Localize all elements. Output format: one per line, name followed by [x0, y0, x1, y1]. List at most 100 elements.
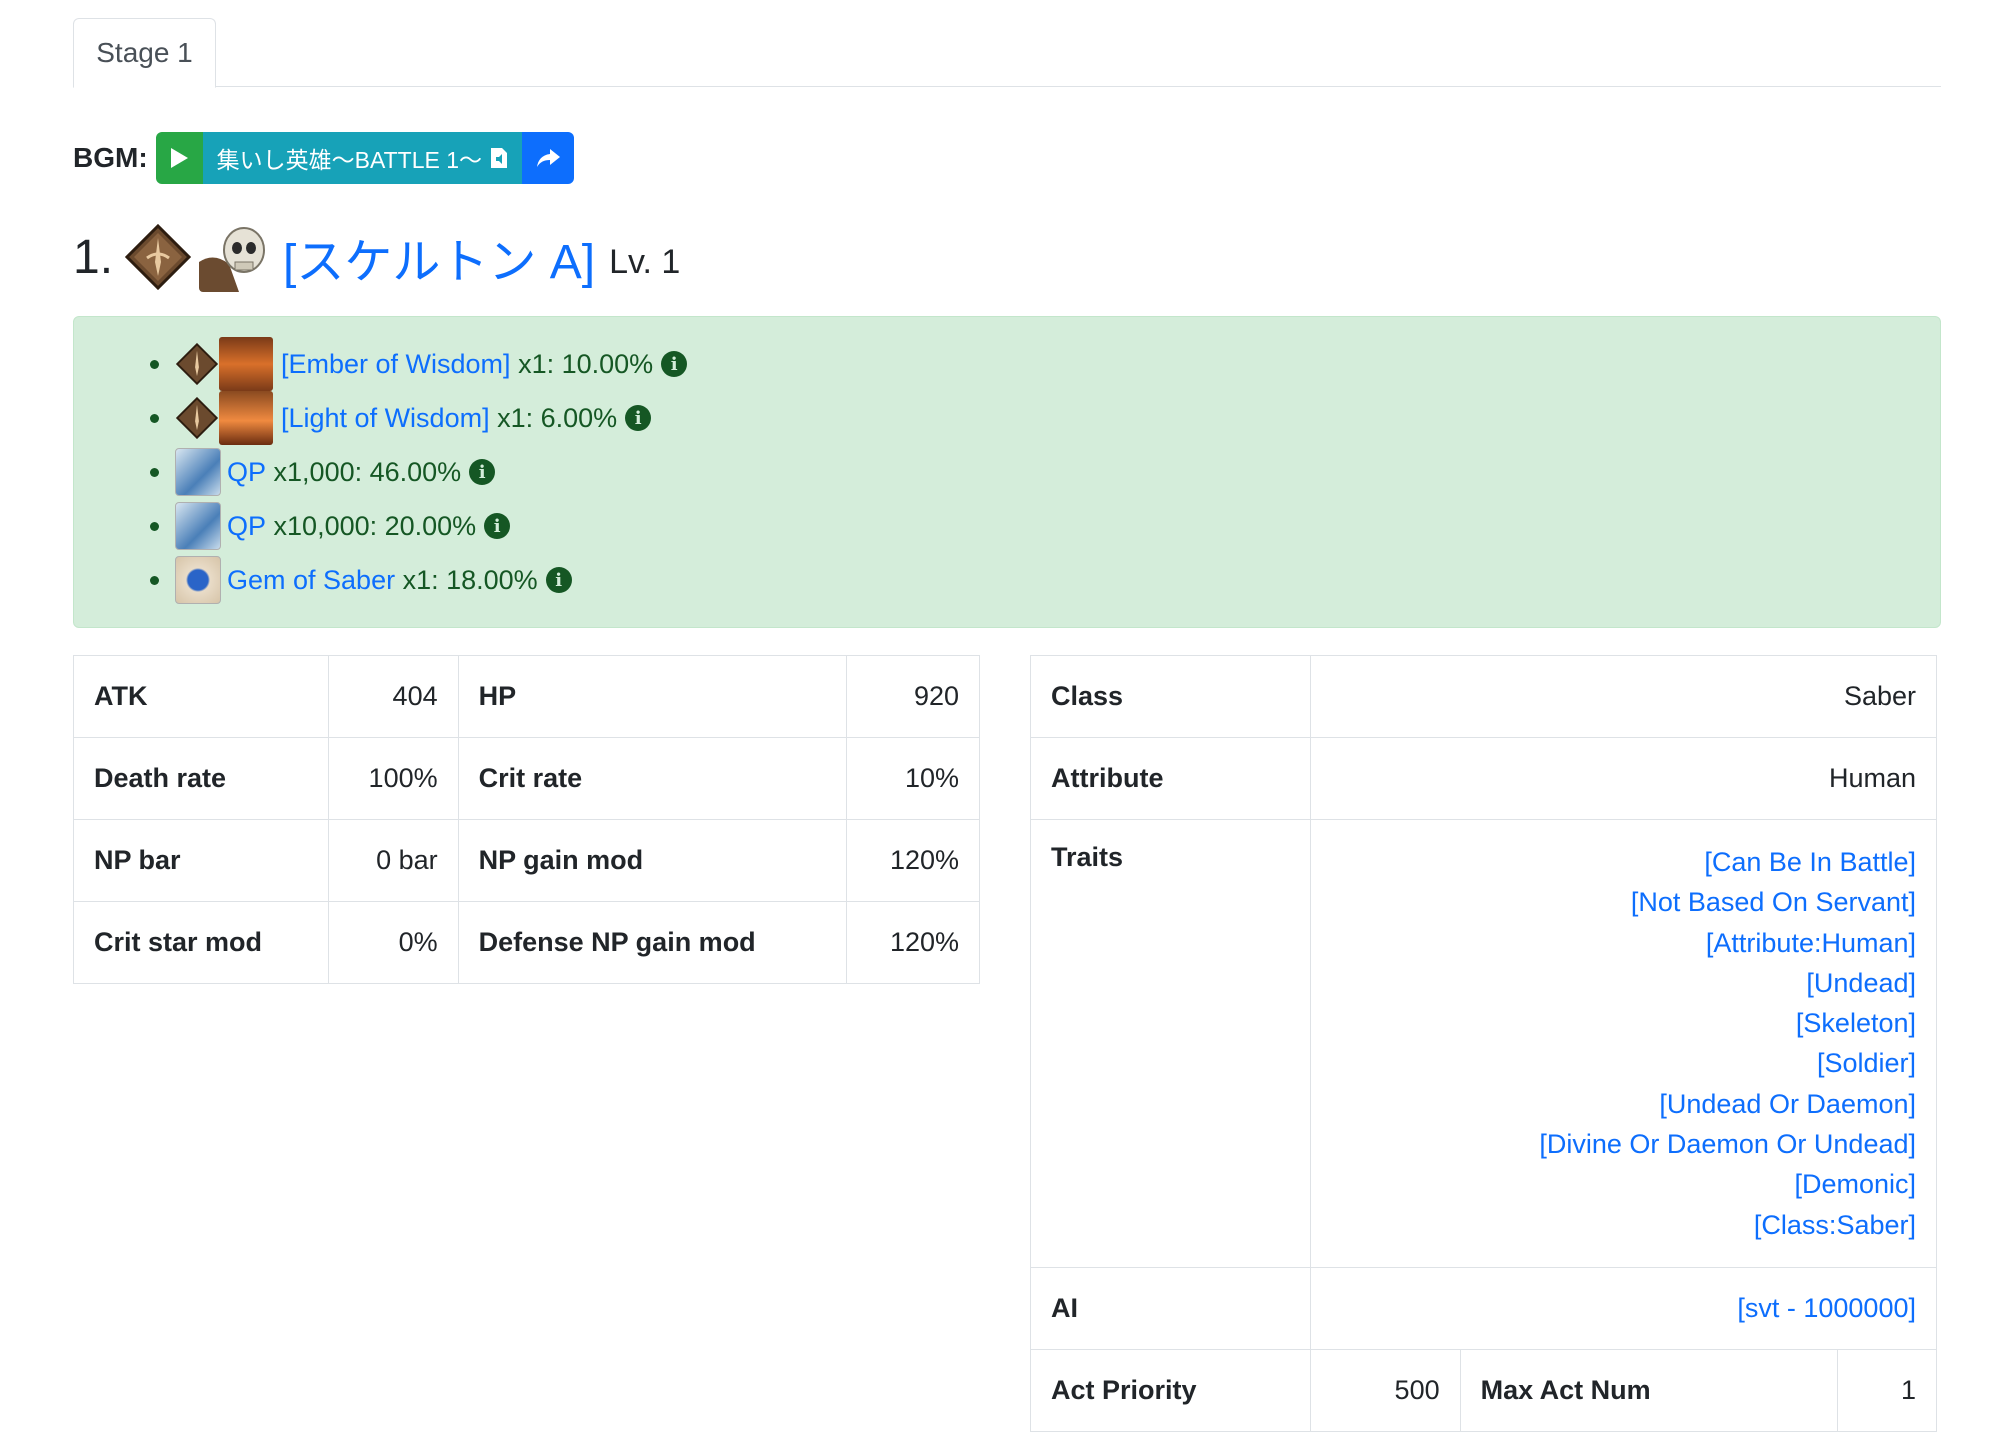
- share-icon: [537, 149, 561, 167]
- stat-value: 100%: [327, 737, 459, 820]
- bullet: [150, 521, 159, 531]
- drop-item-link[interactable]: [Ember of Wisdom]: [281, 349, 511, 380]
- drop-item-link[interactable]: QP: [227, 457, 266, 488]
- enemy-level: Lv. 1: [609, 242, 681, 281]
- table-row: Attribute Human: [1030, 737, 1938, 820]
- table-row: Traits [Can Be In Battle] [Not Based On …: [1030, 819, 1938, 1268]
- drop-item-link[interactable]: Gem of Saber: [227, 565, 395, 596]
- info-icon[interactable]: i: [545, 567, 572, 593]
- stat-value: 0%: [327, 901, 459, 984]
- audio-file-icon: [491, 148, 508, 168]
- act-priority-label: Act Priority: [1030, 1348, 1311, 1432]
- class-label: Class: [1030, 655, 1311, 738]
- drop-item: QP x1,000: 46.00% i: [150, 445, 687, 499]
- stat-value: 404: [327, 655, 459, 738]
- table-row: Death rate 100% Crit rate 10%: [73, 737, 980, 820]
- light-of-wisdom-icon: [219, 391, 273, 445]
- saber-class-icon: [175, 396, 219, 440]
- skeleton-face-icon: [199, 222, 270, 292]
- drop-detail: x1: 6.00%: [497, 402, 618, 433]
- drop-item-link[interactable]: QP: [227, 511, 266, 542]
- drop-item-link[interactable]: [Light of Wisdom]: [281, 403, 490, 434]
- attribute-value: Human: [1309, 737, 1938, 820]
- class-value: Saber: [1309, 655, 1938, 738]
- trait-link[interactable]: [Class:Saber]: [1754, 1205, 1916, 1245]
- saber-class-icon: [175, 342, 219, 386]
- trait-link[interactable]: [Not Based On Servant]: [1631, 882, 1916, 922]
- stat-label: NP gain mod: [457, 819, 848, 902]
- table-row: NP bar 0 bar NP gain mod 120%: [73, 819, 980, 902]
- ember-of-wisdom-icon: [219, 337, 273, 391]
- bgm-title-button[interactable]: 集いし英雄〜BATTLE 1〜: [202, 132, 523, 184]
- info-icon[interactable]: i: [661, 351, 688, 377]
- act-priority-value: 500: [1309, 1348, 1461, 1432]
- trait-link[interactable]: [Undead]: [1806, 963, 1916, 1003]
- ai-label: AI: [1030, 1266, 1311, 1350]
- drop-item: QP x10,000: 20.00% i: [150, 499, 687, 553]
- bgm-label: BGM:: [73, 142, 148, 173]
- attribute-label: Attribute: [1030, 737, 1311, 820]
- trait-link[interactable]: [Attribute:Human]: [1706, 923, 1916, 963]
- info-icon[interactable]: i: [469, 459, 496, 485]
- stats-table: ATK 404 HP 920 Death rate 100% Crit rate…: [73, 655, 980, 984]
- ai-cell: [svt - 1000000]: [1309, 1266, 1938, 1350]
- stat-label: NP bar: [73, 819, 329, 902]
- bullet: [150, 467, 159, 477]
- drop-item: [Ember of Wisdom] x1: 10.00% i: [150, 337, 688, 391]
- stat-value: 120%: [846, 901, 980, 984]
- enemy-name-link[interactable]: [スケルトン A]: [283, 222, 595, 292]
- traits-label: Traits: [1030, 819, 1311, 1268]
- stage-tabs: Stage 1: [73, 18, 1941, 88]
- drop-detail: x1,000: 46.00%: [273, 456, 462, 487]
- qp-icon: [175, 502, 221, 550]
- bullet: [150, 413, 159, 423]
- table-row: AI [svt - 1000000]: [1030, 1266, 1938, 1350]
- trait-link[interactable]: [Divine Or Daemon Or Undead]: [1539, 1124, 1916, 1164]
- drops-panel: [Ember of Wisdom] x1: 10.00% i [Light of…: [73, 316, 1941, 628]
- stat-label: Defense NP gain mod: [457, 901, 848, 984]
- enemy-header: 1. [スケルトン A] Lv. 1: [73, 218, 680, 296]
- stat-value: 0 bar: [327, 819, 459, 902]
- drop-detail: x1: 10.00%: [518, 348, 654, 379]
- stat-label: ATK: [73, 655, 329, 738]
- stat-value: 120%: [846, 819, 980, 902]
- stat-label: Crit star mod: [73, 901, 329, 984]
- bullet: [150, 575, 159, 585]
- bgm-row: BGM: 集いし英雄〜BATTLE 1〜: [73, 132, 575, 184]
- play-icon: [171, 148, 189, 168]
- info-icon[interactable]: i: [484, 513, 511, 539]
- table-row: Class Saber: [1030, 655, 1938, 738]
- trait-link[interactable]: [Skeleton]: [1796, 1003, 1916, 1043]
- drop-list: [Ember of Wisdom] x1: 10.00% i [Light of…: [150, 337, 688, 607]
- drop-detail: x10,000: 20.00%: [273, 510, 477, 541]
- info-table: Class Saber Attribute Human Traits [Can …: [1030, 655, 1938, 1432]
- enemy-number: 1.: [73, 230, 114, 284]
- traits-cell: [Can Be In Battle] [Not Based On Servant…: [1309, 819, 1938, 1268]
- bgm-title: 集いし英雄〜BATTLE 1〜: [216, 147, 483, 173]
- table-row: Crit star mod 0% Defense NP gain mod 120…: [73, 901, 980, 984]
- trait-link[interactable]: [Soldier]: [1817, 1043, 1916, 1083]
- gem-of-saber-icon: [175, 556, 221, 604]
- bgm-controls: 集いし英雄〜BATTLE 1〜: [155, 132, 575, 184]
- qp-icon: [175, 448, 221, 496]
- play-button[interactable]: [155, 132, 203, 184]
- max-act-num-value: 1: [1837, 1348, 1937, 1432]
- stat-value: 10%: [846, 737, 980, 820]
- stat-label: HP: [457, 655, 848, 738]
- tab-stage-1[interactable]: Stage 1: [73, 18, 216, 88]
- trait-link[interactable]: [Can Be In Battle]: [1704, 842, 1916, 882]
- bullet: [150, 359, 159, 369]
- saber-class-icon: [125, 224, 192, 290]
- drop-item: Gem of Saber x1: 18.00% i: [150, 553, 687, 607]
- trait-list: [Can Be In Battle] [Not Based On Servant…: [1331, 842, 1916, 1245]
- stat-label: Death rate: [73, 737, 329, 820]
- ai-link[interactable]: [svt - 1000000]: [1737, 1293, 1916, 1323]
- info-icon[interactable]: i: [625, 405, 652, 431]
- stat-value: 920: [846, 655, 980, 738]
- drop-item: [Light of Wisdom] x1: 6.00% i: [150, 391, 687, 445]
- trait-link[interactable]: [Demonic]: [1794, 1164, 1916, 1204]
- table-row: Act Priority 500 Max Act Num 1: [1030, 1348, 1937, 1432]
- trait-link[interactable]: [Undead Or Daemon]: [1659, 1084, 1916, 1124]
- stat-label: Crit rate: [457, 737, 848, 820]
- share-button[interactable]: [522, 132, 575, 184]
